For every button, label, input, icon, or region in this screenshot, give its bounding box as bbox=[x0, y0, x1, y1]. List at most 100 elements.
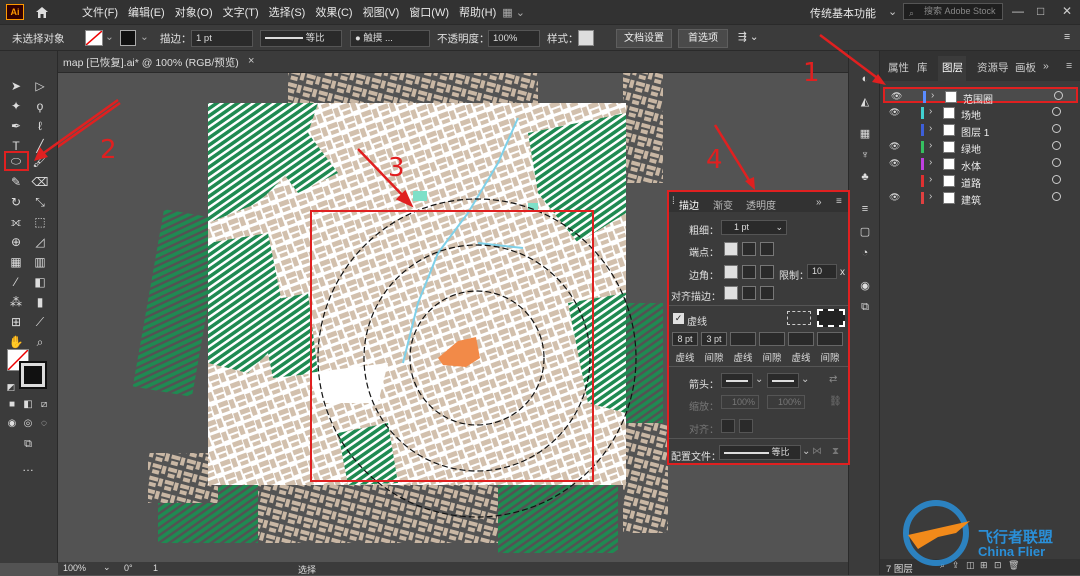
draw-inside-icon[interactable]: ◌ bbox=[35, 415, 53, 433]
shaper-tool-icon[interactable]: ✎ bbox=[7, 173, 25, 191]
rotation-value[interactable]: 0° bbox=[124, 563, 133, 573]
tab-stroke[interactable]: 描边 bbox=[679, 197, 699, 212]
end-scale-input[interactable]: 100% bbox=[767, 395, 805, 409]
stroke-color-box[interactable] bbox=[19, 361, 47, 389]
layer-row-fanweiquan[interactable]: 👁 › 范围圈 bbox=[883, 87, 1078, 106]
weight-input[interactable]: 1 pt ⌄ bbox=[721, 220, 787, 235]
default-colors-icon[interactable]: ◩ bbox=[2, 378, 20, 396]
target-circle-icon[interactable] bbox=[1052, 158, 1061, 167]
zoom-tool-icon[interactable]: ⌕ bbox=[31, 333, 49, 351]
layer-name[interactable]: 水体 bbox=[961, 158, 981, 173]
rotate-tool-icon[interactable]: ↻ bbox=[7, 193, 25, 211]
stroke-panel-icon[interactable]: ≡ bbox=[857, 203, 873, 217]
panel-grip-icon[interactable]: ⁞ bbox=[672, 196, 675, 207]
blend-tool-icon[interactable]: ◧ bbox=[31, 273, 49, 291]
target-circle-icon[interactable] bbox=[1052, 107, 1061, 116]
magic-wand-icon[interactable]: ✦ bbox=[7, 97, 25, 115]
layer-name[interactable]: 绿地 bbox=[961, 141, 981, 156]
layer-name[interactable]: 范围圈 bbox=[963, 91, 993, 106]
expand-arrow-icon[interactable]: › bbox=[929, 157, 932, 168]
panel-menu-icon[interactable]: ≡ bbox=[1066, 60, 1072, 72]
end-arrowhead-dropdown-icon[interactable]: ⌄ bbox=[801, 374, 809, 385]
tab-layers[interactable]: 图层 bbox=[942, 60, 963, 75]
menu-select[interactable]: 选择(S) bbox=[269, 4, 306, 20]
miter-join-icon[interactable] bbox=[724, 265, 738, 279]
fill-swatch[interactable] bbox=[85, 30, 103, 46]
mesh-tool-icon[interactable]: ▦ bbox=[7, 253, 25, 271]
tab-artboards[interactable]: 画板 bbox=[1015, 60, 1036, 75]
dashed-checkbox[interactable]: ✓ bbox=[673, 313, 684, 324]
home-icon[interactable] bbox=[34, 5, 50, 19]
perspective-grid-icon[interactable]: ◿ bbox=[31, 233, 49, 251]
free-transform-icon[interactable]: ⬚ bbox=[31, 213, 49, 231]
graph-tool-icon[interactable]: ▮ bbox=[31, 293, 49, 311]
graphic-styles-icon[interactable]: ◉ bbox=[857, 279, 873, 293]
weight-dropdown-icon[interactable]: ⌄ bbox=[775, 221, 786, 234]
workspace-switcher[interactable]: 传统基本功能 bbox=[810, 5, 876, 21]
direct-selection-tool-icon[interactable]: ▷ bbox=[31, 77, 49, 95]
shape-builder-icon[interactable]: ⊕ bbox=[7, 233, 25, 251]
menu-file[interactable]: 文件(F) bbox=[82, 4, 118, 20]
round-cap-icon[interactable] bbox=[742, 242, 756, 256]
target-circle-icon[interactable] bbox=[1052, 124, 1061, 133]
delete-layer-icon[interactable]: 🗑 bbox=[1008, 560, 1019, 571]
workspace-chevron-icon[interactable]: ⌄ bbox=[888, 5, 897, 18]
menu-view[interactable]: 视图(V) bbox=[363, 4, 400, 20]
align-outside-icon[interactable] bbox=[760, 286, 774, 300]
round-join-icon[interactable] bbox=[742, 265, 756, 279]
target-circle-icon[interactable] bbox=[1052, 192, 1061, 201]
layer-name[interactable]: 图层 1 bbox=[961, 124, 989, 139]
panel-menu-icon[interactable]: ≡ bbox=[1064, 31, 1070, 43]
expand-arrow-icon[interactable]: › bbox=[929, 174, 932, 185]
brush-definition[interactable]: ● 触摸 ... bbox=[350, 30, 430, 47]
target-circle-icon[interactable] bbox=[1054, 91, 1063, 100]
stroke-weight-input[interactable]: 1 pt bbox=[191, 30, 253, 47]
expand-arrow-icon[interactable]: › bbox=[929, 191, 932, 202]
graphic-style-swatch[interactable] bbox=[578, 30, 594, 46]
more-tools-icon[interactable]: … bbox=[19, 458, 37, 476]
flip-across-icon[interactable]: ⧗ bbox=[832, 446, 839, 457]
gap-1-input[interactable]: 3 pt bbox=[701, 332, 727, 346]
opacity-input[interactable]: 100% bbox=[488, 30, 540, 47]
limit-input[interactable]: 10 bbox=[807, 264, 837, 279]
align-dash-corners-icon[interactable] bbox=[817, 309, 845, 327]
end-arrowhead-select[interactable] bbox=[767, 373, 799, 388]
start-arrowhead-select[interactable] bbox=[721, 373, 753, 388]
target-circle-icon[interactable] bbox=[1052, 141, 1061, 150]
ellipse-tool-icon[interactable]: ⬭ bbox=[7, 152, 25, 170]
variable-width-profile[interactable]: 等比 bbox=[260, 30, 342, 47]
layer-name[interactable]: 场地 bbox=[961, 107, 981, 122]
arrow-align-extend-icon[interactable] bbox=[721, 419, 735, 433]
artboard-number[interactable]: 1 bbox=[153, 563, 158, 573]
fill-dropdown-icon[interactable]: ⌄ bbox=[105, 31, 114, 43]
tab-libraries[interactable]: 库 bbox=[917, 60, 928, 75]
eraser-tool-icon[interactable]: ⌫ bbox=[31, 173, 49, 191]
transparency-panel-icon[interactable]: ◔ bbox=[857, 247, 873, 261]
butt-cap-icon[interactable] bbox=[724, 242, 738, 256]
opacity-label[interactable]: 不透明度： bbox=[437, 31, 490, 46]
new-layer-icon[interactable]: ⊡ bbox=[994, 560, 1002, 571]
menu-window[interactable]: 窗口(W) bbox=[409, 4, 449, 20]
tab-asset-export[interactable]: 资源导 bbox=[977, 60, 1009, 75]
artboard-tool-icon[interactable]: ⊞ bbox=[7, 313, 25, 331]
artboards-panel-icon[interactable]: ⧉ bbox=[857, 301, 873, 315]
arrow-align-place-icon[interactable] bbox=[739, 419, 753, 433]
none-mode-icon[interactable]: ⧄ bbox=[35, 396, 53, 414]
layer-row-shuiti[interactable]: 👁 › 水体 bbox=[883, 156, 1078, 173]
stroke-label[interactable]: 描边： bbox=[160, 31, 192, 46]
expand-arrow-icon[interactable]: › bbox=[929, 140, 932, 151]
gap-2-input[interactable] bbox=[759, 332, 785, 346]
layer-name[interactable]: 道路 bbox=[961, 175, 981, 190]
swap-arrowheads-icon[interactable]: ⇄ bbox=[829, 374, 837, 385]
align-center-icon[interactable] bbox=[724, 286, 738, 300]
arrange-documents-icon[interactable]: ▦ ⌄ bbox=[502, 6, 525, 19]
dash-1-input[interactable]: 8 pt bbox=[672, 332, 698, 346]
start-arrowhead-dropdown-icon[interactable]: ⌄ bbox=[755, 374, 763, 385]
layer-row-daolu[interactable]: › 道路 bbox=[883, 173, 1078, 190]
close-tab-icon[interactable]: × bbox=[248, 55, 254, 67]
start-scale-input[interactable]: 100% bbox=[721, 395, 759, 409]
expand-arrow-icon[interactable]: › bbox=[929, 106, 932, 117]
eyedropper-icon[interactable]: ⁄ bbox=[7, 273, 25, 291]
expand-arrow-icon[interactable]: › bbox=[931, 90, 934, 101]
maximize-icon[interactable]: □ bbox=[1037, 4, 1044, 18]
